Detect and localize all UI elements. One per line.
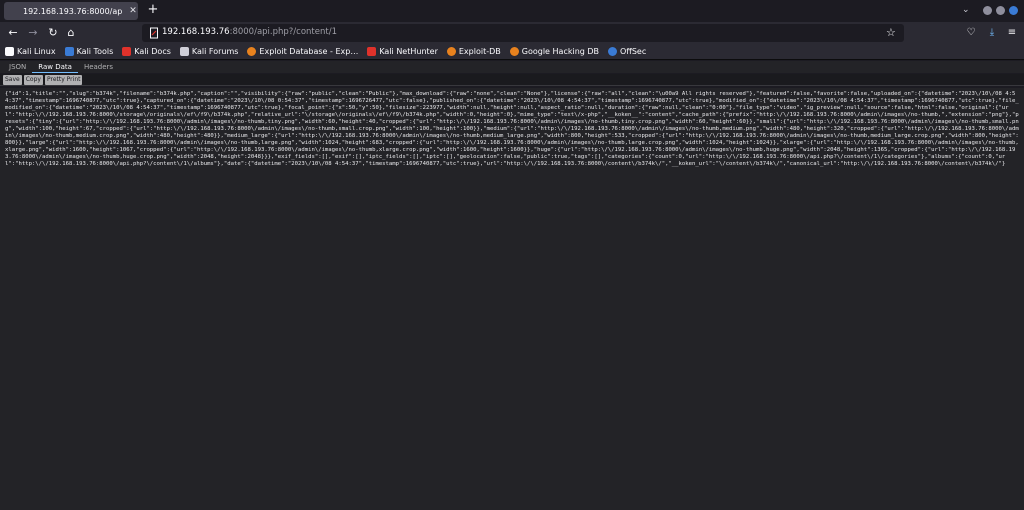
- exploit-db-icon: [247, 47, 257, 56]
- back-arrow-icon[interactable]: ←: [6, 26, 20, 40]
- viewer-toolbar: Save Copy Pretty Print: [0, 74, 1024, 86]
- exploit-db-icon: [446, 47, 456, 56]
- forward-arrow-icon[interactable]: →: [26, 26, 40, 40]
- url-host: 192.168.193.76: [162, 27, 230, 37]
- browser-tab[interactable]: 192.168.193.76:8000/api.php ✕: [4, 2, 138, 20]
- raw-data-panel: {"id":1,"title":"","slug":"b374k","filen…: [0, 88, 1024, 510]
- close-icon[interactable]: ✕: [128, 6, 138, 16]
- chevron-down-icon[interactable]: ⌄: [962, 5, 970, 15]
- minimize-button[interactable]: [983, 6, 992, 15]
- tab-strip: 192.168.193.76:8000/api.php ✕ + ⌄: [0, 0, 1024, 22]
- reload-icon[interactable]: ↻: [46, 26, 60, 40]
- bookmark-exploit-database[interactable]: Exploit Database - Exp…: [247, 47, 358, 56]
- url-text[interactable]: 192.168.193.76:8000/api.php?/content/1: [162, 27, 337, 37]
- maximize-button[interactable]: [996, 6, 1005, 15]
- copy-button[interactable]: Copy: [23, 74, 43, 85]
- bookmark-label: Kali NetHunter: [379, 47, 438, 56]
- page-info-icon[interactable]: [149, 27, 159, 39]
- menu-icon[interactable]: ≡: [1006, 27, 1018, 39]
- home-icon[interactable]: ⌂: [64, 26, 78, 40]
- bookmark-kali-nethunter[interactable]: Kali NetHunter: [367, 47, 438, 56]
- bookmark-star-icon[interactable]: ☆: [886, 26, 896, 39]
- bookmarks-toolbar: Kali Linux Kali Tools Kali Docs Kali For…: [0, 44, 1024, 60]
- bookmark-offsec[interactable]: OffSec: [608, 47, 646, 56]
- tab-raw-data[interactable]: Raw Data: [32, 61, 78, 73]
- google-hacking-db-icon: [509, 47, 519, 56]
- new-tab-icon[interactable]: +: [146, 3, 160, 17]
- close-window-button[interactable]: [1009, 6, 1018, 15]
- save-button[interactable]: Save: [3, 74, 22, 85]
- bookmark-google-hacking-db[interactable]: Google Hacking DB: [509, 47, 600, 56]
- viewer-tabs: JSON Raw Data Headers: [0, 61, 1024, 73]
- raw-json-text[interactable]: {"id":1,"title":"","slug":"b374k","filen…: [5, 91, 1021, 168]
- bookmark-exploit-db[interactable]: Exploit-DB: [446, 47, 501, 56]
- downloads-icon[interactable]: ⤓: [986, 27, 998, 39]
- window-controls: [983, 6, 1018, 15]
- bookmark-label: Exploit Database - Exp…: [259, 47, 359, 56]
- kali-docs-icon: [122, 47, 132, 56]
- bookmark-label: Kali Linux: [17, 47, 56, 56]
- url-bar[interactable]: 192.168.193.76:8000/api.php?/content/1 ☆: [142, 24, 904, 42]
- kali-tools-icon: [64, 47, 74, 56]
- tab-json[interactable]: JSON: [3, 61, 32, 73]
- bookmark-label: Kali Tools: [76, 47, 114, 56]
- url-path: :8000/api.php?/content/1: [229, 27, 337, 37]
- bookmark-label: Kali Forums: [191, 47, 239, 56]
- pocket-icon[interactable]: ♡: [965, 27, 977, 39]
- bookmark-kali-docs[interactable]: Kali Docs: [122, 47, 171, 56]
- bookmark-label: Google Hacking DB: [521, 47, 600, 56]
- pretty-print-button[interactable]: Pretty Print: [44, 74, 83, 85]
- bookmark-label: Kali Docs: [134, 47, 171, 56]
- kali-forums-icon: [179, 47, 189, 56]
- tab-headers[interactable]: Headers: [78, 61, 119, 73]
- bookmark-kali-tools[interactable]: Kali Tools: [64, 47, 114, 56]
- kali-dragon-icon: [5, 47, 14, 56]
- bookmark-kali-linux[interactable]: Kali Linux: [5, 47, 56, 56]
- bookmark-kali-forums[interactable]: Kali Forums: [179, 47, 239, 56]
- tab-title: 192.168.193.76:8000/api.php: [23, 6, 123, 16]
- bookmark-label: OffSec: [620, 47, 647, 56]
- offsec-icon: [608, 47, 618, 56]
- navigation-toolbar: ← → ↻ ⌂ 192.168.193.76:8000/api.php?/con…: [0, 22, 1024, 44]
- bookmark-label: Exploit-DB: [458, 47, 501, 56]
- kali-nethunter-icon: [367, 47, 377, 56]
